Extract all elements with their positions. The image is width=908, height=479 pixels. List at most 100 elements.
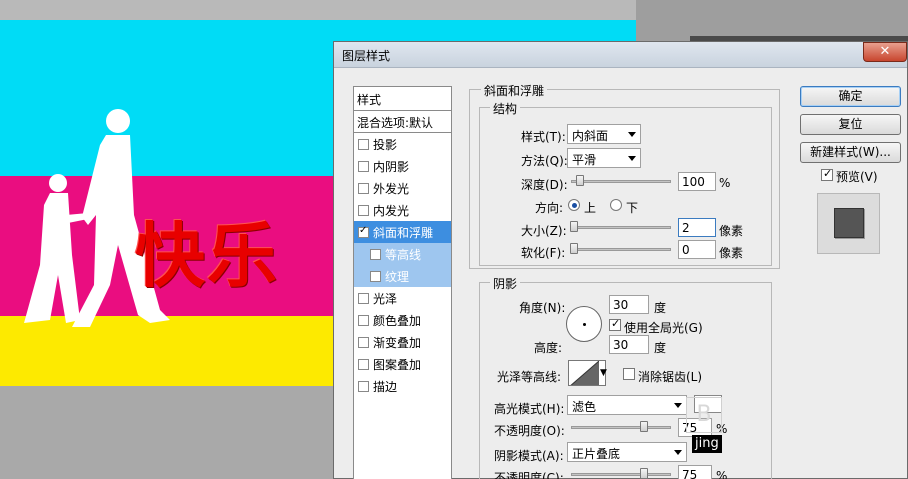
style-item-drop-shadow[interactable]: 投影	[354, 133, 451, 155]
checkbox[interactable]	[370, 248, 381, 260]
highlight-opacity-slider-thumb[interactable]	[640, 421, 648, 432]
checkbox[interactable]	[358, 314, 369, 326]
style-item-stroke[interactable]: 描边	[354, 375, 451, 397]
style-item-inner-glow[interactable]: 内发光	[354, 199, 451, 221]
highlight-opacity-label: 不透明度(O):	[494, 424, 565, 438]
ok-button[interactable]: 确定	[800, 86, 901, 107]
direction-up-label: 上	[584, 201, 597, 215]
checkbox[interactable]	[358, 160, 369, 172]
chevron-down-icon	[674, 403, 682, 408]
direction-up-radio[interactable]	[568, 199, 580, 211]
depth-unit: %	[719, 176, 731, 190]
checkbox[interactable]	[358, 336, 369, 348]
shadow-opacity-unit: %	[716, 469, 728, 479]
style-item-satin[interactable]: 光泽	[354, 287, 451, 309]
highlight-mode-select[interactable]: 滤色	[567, 395, 687, 415]
dialog-titlebar[interactable]: 图层样式 ✕	[334, 42, 907, 68]
soften-unit: 像素	[719, 246, 744, 260]
checkbox[interactable]	[358, 138, 369, 150]
checkbox[interactable]	[358, 182, 369, 194]
altitude-label: 高度:	[534, 341, 563, 355]
anti-aliased-label: 消除锯齿(L)	[638, 370, 703, 384]
checkbox[interactable]	[358, 204, 369, 216]
style-item-label: 斜面和浮雕	[373, 225, 434, 240]
method-label: 方法(Q):	[521, 154, 568, 168]
watermark-logo: B	[686, 397, 722, 433]
bevel-style-select[interactable]: 内斜面	[567, 124, 641, 144]
style-item-gradient-overlay[interactable]: 渐变叠加	[354, 331, 451, 353]
preview-checkbox[interactable]	[821, 167, 833, 181]
highlight-mode-label: 高光模式(H):	[494, 402, 565, 416]
direction-down-label: 下	[626, 201, 639, 215]
style-item-contour[interactable]: 等高线	[354, 243, 451, 265]
shadow-opacity-input[interactable]: 75	[678, 465, 712, 479]
preview-thumbnail	[817, 193, 880, 254]
style-item-inner-shadow[interactable]: 内阴影	[354, 155, 451, 177]
checkbox[interactable]	[358, 225, 369, 238]
size-slider[interactable]	[571, 226, 671, 229]
checkbox[interactable]	[370, 270, 381, 282]
shading-title: 阴影	[490, 275, 521, 292]
style-item-texture[interactable]: 纹理	[354, 265, 451, 287]
angle-input[interactable]: 30	[609, 295, 649, 314]
depth-input[interactable]: 100	[678, 172, 716, 191]
style-item-bevel-emboss[interactable]: 斜面和浮雕	[354, 221, 451, 243]
style-item-label: 图案叠加	[373, 357, 422, 372]
shadow-opacity-label: 不透明度(C):	[494, 471, 564, 479]
shadow-opacity-slider[interactable]	[571, 473, 671, 476]
size-input[interactable]: 2	[678, 218, 716, 237]
altitude-input[interactable]: 30	[609, 335, 649, 354]
style-list-header[interactable]: 样式	[354, 87, 451, 111]
shadow-opacity-slider-thumb[interactable]	[640, 468, 648, 479]
size-unit: 像素	[719, 224, 744, 238]
style-item-label: 渐变叠加	[373, 335, 422, 350]
gloss-dropdown-arrow[interactable]: ▼	[600, 368, 607, 378]
technique-select[interactable]: 平滑	[567, 148, 641, 168]
global-light-label: 使用全局光(G)	[624, 321, 703, 335]
depth-slider[interactable]	[571, 180, 671, 183]
new-style-button[interactable]: 新建样式(W)...	[800, 142, 901, 163]
canvas-top-strip	[0, 0, 636, 20]
shadow-mode-label: 阴影模式(A):	[494, 449, 564, 463]
anti-aliased-checkbox[interactable]	[623, 368, 635, 380]
style-item-label: 纹理	[385, 269, 410, 284]
select-value: 正片叠底	[572, 447, 621, 461]
select-value: 内斜面	[572, 129, 609, 143]
bevel-section-title: 斜面和浮雕	[481, 82, 548, 99]
soften-label: 软化(F):	[521, 246, 566, 260]
close-button[interactable]: ✕	[863, 42, 907, 62]
size-slider-thumb[interactable]	[570, 221, 578, 232]
reset-button[interactable]: 复位	[800, 114, 901, 135]
watermark-tag: jing	[692, 435, 722, 453]
style-item-outer-glow[interactable]: 外发光	[354, 177, 451, 199]
direction-label: 方向:	[535, 201, 564, 215]
style-list: 样式 混合选项:默认 投影 内阴影 外发光 内发光 斜面和浮雕 等高线 纹理 光…	[353, 86, 452, 479]
style-item-label: 投影	[373, 137, 398, 152]
style-item-label: 等高线	[385, 247, 422, 262]
angle-dial[interactable]	[566, 306, 602, 342]
altitude-unit: 度	[654, 341, 667, 355]
chevron-down-icon	[628, 156, 636, 161]
style-item-label: 外发光	[373, 181, 410, 196]
checkbox[interactable]	[358, 292, 369, 304]
highlight-opacity-slider[interactable]	[571, 426, 671, 429]
style-item-color-overlay[interactable]: 颜色叠加	[354, 309, 451, 331]
direction-down-radio[interactable]	[610, 199, 622, 211]
soften-input[interactable]: 0	[678, 240, 716, 259]
depth-label: 深度(D):	[521, 178, 568, 192]
soften-slider-thumb[interactable]	[570, 243, 578, 254]
chevron-down-icon	[674, 450, 682, 455]
angle-unit: 度	[654, 301, 667, 315]
global-light-checkbox[interactable]	[609, 317, 621, 331]
select-value: 滤色	[572, 400, 597, 414]
shadow-mode-select[interactable]: 正片叠底	[567, 442, 687, 462]
style-item-pattern-overlay[interactable]: 图案叠加	[354, 353, 451, 375]
checkbox[interactable]	[358, 380, 369, 392]
dialog-title: 图层样式	[342, 49, 391, 63]
soften-slider[interactable]	[571, 248, 671, 251]
blend-options-item[interactable]: 混合选项:默认	[354, 111, 451, 133]
depth-slider-thumb[interactable]	[576, 175, 584, 186]
style-item-label: 颜色叠加	[373, 313, 422, 328]
checkbox[interactable]	[358, 358, 369, 370]
chevron-down-icon	[628, 132, 636, 137]
